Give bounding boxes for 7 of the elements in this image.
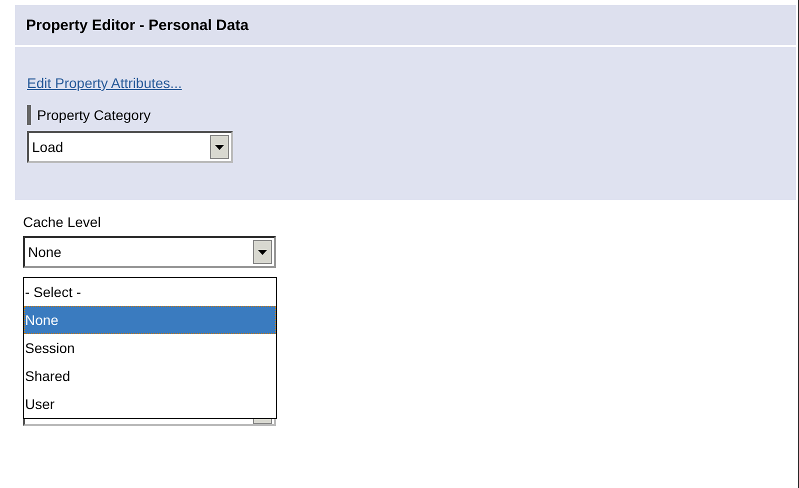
edit-attributes-link[interactable]: Edit Property Attributes... [27, 75, 182, 91]
panel-title: Property Editor - Personal Data [15, 5, 796, 47]
cache-level-select[interactable]: None [23, 236, 276, 268]
category-select[interactable]: Load [27, 131, 233, 163]
dropdown-option[interactable]: None [24, 306, 276, 334]
field-label: Cache Level [23, 214, 101, 230]
field-label: Property Category [27, 105, 151, 125]
